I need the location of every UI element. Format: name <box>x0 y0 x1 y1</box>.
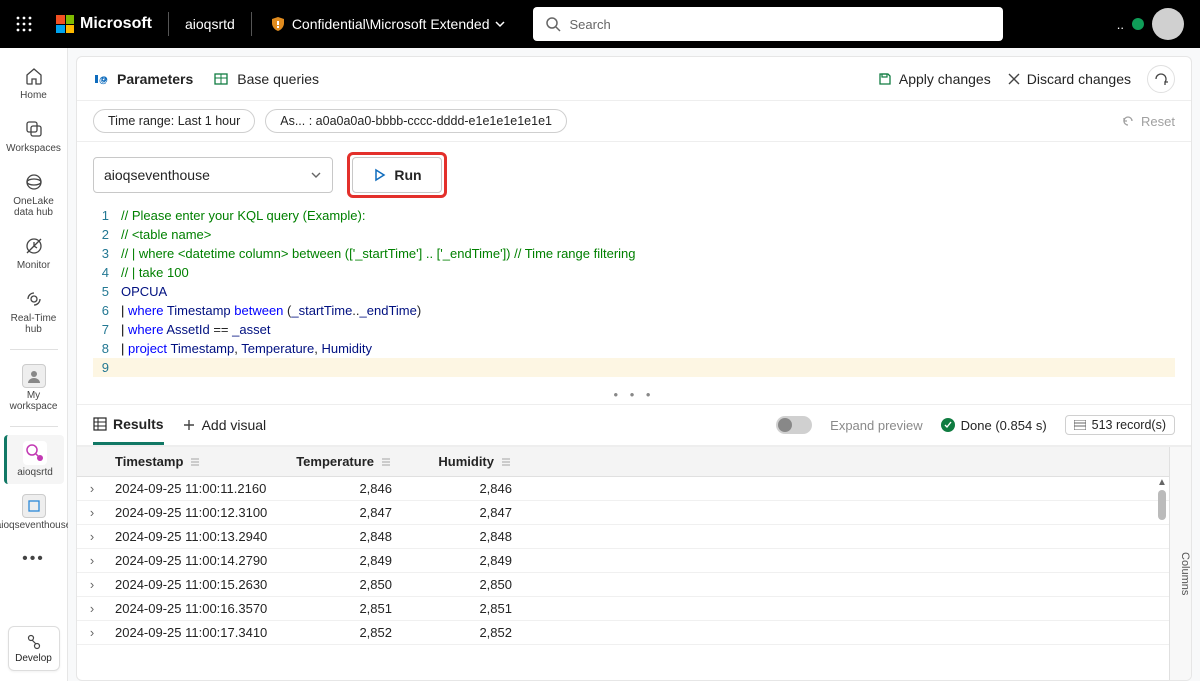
sort-icon <box>500 457 512 467</box>
refresh-button[interactable] <box>1147 65 1175 93</box>
database-selector[interactable]: aioqseventhouse <box>93 157 333 193</box>
sort-icon <box>189 457 201 467</box>
query-controls: aioqseventhouse Run <box>77 142 1191 202</box>
realtime-icon <box>22 287 46 311</box>
reset-button[interactable]: Reset <box>1121 114 1175 129</box>
expand-row-icon[interactable]: › <box>77 505 107 520</box>
time-range-chip[interactable]: Time range: Last 1 hour <box>93 109 255 133</box>
table-row[interactable]: ›2024-09-25 11:00:14.27902,8492,849 <box>77 549 1191 573</box>
expand-row-icon[interactable]: › <box>77 577 107 592</box>
sort-icon <box>380 457 392 467</box>
tab-parameters[interactable]: @ Parameters <box>93 71 193 87</box>
ellipsis-icon: ••• <box>22 547 46 571</box>
chevron-down-icon <box>310 169 322 181</box>
results-toolbar: Results Add visual Expand preview Done (… <box>77 404 1191 446</box>
main-content: @ Parameters Base queries Apply changes … <box>68 48 1200 681</box>
nav-my-workspace[interactable]: My workspace <box>4 358 64 418</box>
table-row[interactable]: ›2024-09-25 11:00:17.34102,8522,852 <box>77 621 1191 645</box>
person-icon <box>22 364 46 388</box>
resize-handle[interactable]: • • • <box>77 385 1191 404</box>
records-icon <box>1074 420 1086 430</box>
global-header: Microsoft aioqsrtd Confidential\Microsof… <box>0 0 1200 48</box>
vertical-scrollbar[interactable]: ▲ <box>1155 477 1169 522</box>
onelake-icon <box>22 170 46 194</box>
run-button[interactable]: Run <box>352 157 442 193</box>
nav-more[interactable]: ••• <box>4 541 64 577</box>
workspaces-icon <box>22 117 46 141</box>
kql-editor[interactable]: 1// Please enter your KQL query (Example… <box>77 202 1191 385</box>
expand-row-icon[interactable]: › <box>77 481 107 496</box>
add-visual-button[interactable]: Add visual <box>182 405 267 445</box>
parameters-icon: @ <box>93 71 109 87</box>
search-icon <box>545 16 561 32</box>
app-launcher-button[interactable] <box>8 8 40 40</box>
table-row[interactable]: ›2024-09-25 11:00:12.31002,8472,847 <box>77 501 1191 525</box>
results-grid: Timestamp Temperature Humidity ›2024-09-… <box>77 446 1191 680</box>
nav-workspaces[interactable]: Workspaces <box>4 111 64 160</box>
save-icon <box>877 71 893 87</box>
svg-text:@: @ <box>99 75 108 85</box>
kql-queryset-icon <box>23 441 47 465</box>
microsoft-logo-icon <box>56 15 74 33</box>
asset-chip[interactable]: As... : a0a0a0a0-bbbb-cccc-dddd-e1e1e1e1… <box>265 109 567 133</box>
plus-icon <box>182 418 196 432</box>
undo-icon <box>1121 114 1135 128</box>
page-toolbar: @ Parameters Base queries Apply changes … <box>77 57 1191 101</box>
expand-preview-toggle[interactable] <box>776 416 812 434</box>
nav-pinned-aioqsrtd[interactable]: aioqsrtd <box>4 435 64 484</box>
microsoft-logo: Microsoft <box>50 15 158 33</box>
shield-icon <box>270 16 286 32</box>
parameter-chips: Time range: Last 1 hour As... : a0a0a0a0… <box>77 101 1191 142</box>
grid-icon <box>93 417 107 431</box>
col-header-humidity[interactable]: Humidity <box>412 454 532 469</box>
status-done: Done (0.854 s) <box>941 418 1047 433</box>
brand-name: Microsoft <box>80 15 152 33</box>
table-row[interactable]: ›2024-09-25 11:00:16.35702,8512,851 <box>77 597 1191 621</box>
nav-pinned-eventhouse[interactable]: aioqseventhouse <box>4 488 64 537</box>
columns-panel-toggle[interactable]: Columns <box>1169 447 1191 680</box>
refresh-icon <box>1153 71 1169 87</box>
nav-monitor[interactable]: Monitor <box>4 228 64 277</box>
nav-realtime-hub[interactable]: Real-Time hub <box>4 281 64 341</box>
presence-indicator <box>1132 18 1144 30</box>
record-count[interactable]: 513 record(s) <box>1065 415 1175 435</box>
table-row[interactable]: ›2024-09-25 11:00:15.26302,8502,850 <box>77 573 1191 597</box>
run-button-highlight: Run <box>347 152 447 198</box>
chevron-down-icon <box>495 19 505 29</box>
close-icon <box>1007 72 1021 86</box>
workspace-breadcrumb[interactable]: aioqsrtd <box>179 16 241 32</box>
nav-onelake[interactable]: OneLake data hub <box>4 164 64 224</box>
eventhouse-icon <box>22 494 46 518</box>
expand-row-icon[interactable]: › <box>77 529 107 544</box>
develop-icon <box>25 633 43 651</box>
col-header-timestamp[interactable]: Timestamp <box>107 454 292 469</box>
tab-base-queries[interactable]: Base queries <box>213 71 319 87</box>
discard-changes-button[interactable]: Discard changes <box>1007 71 1131 87</box>
nav-home[interactable]: Home <box>4 58 64 107</box>
tab-results[interactable]: Results <box>93 405 164 445</box>
expand-preview-label: Expand preview <box>830 418 923 433</box>
expand-row-icon[interactable]: › <box>77 553 107 568</box>
checkmark-icon <box>941 418 955 432</box>
play-icon <box>372 168 386 182</box>
global-search[interactable]: Search <box>533 7 1003 41</box>
apply-changes-button[interactable]: Apply changes <box>877 71 991 87</box>
sensitivity-label-dropdown[interactable]: Confidential\Microsoft Extended <box>262 16 514 32</box>
home-icon <box>22 64 46 88</box>
expand-row-icon[interactable]: › <box>77 601 107 616</box>
search-placeholder: Search <box>569 17 610 32</box>
grid-header: Timestamp Temperature Humidity <box>77 447 1191 477</box>
sensitivity-label-text: Confidential\Microsoft Extended <box>292 16 490 32</box>
expand-row-icon[interactable]: › <box>77 625 107 640</box>
nav-develop[interactable]: Develop <box>8 626 60 671</box>
left-nav-rail: Home Workspaces OneLake data hub Monitor… <box>0 48 68 681</box>
monitor-icon <box>22 234 46 258</box>
table-row[interactable]: ›2024-09-25 11:00:11.21602,8462,846 <box>77 477 1191 501</box>
table-icon <box>213 71 229 87</box>
table-row[interactable]: ›2024-09-25 11:00:13.29402,8482,848 <box>77 525 1191 549</box>
account-avatar[interactable] <box>1152 8 1184 40</box>
col-header-temperature[interactable]: Temperature <box>292 454 412 469</box>
